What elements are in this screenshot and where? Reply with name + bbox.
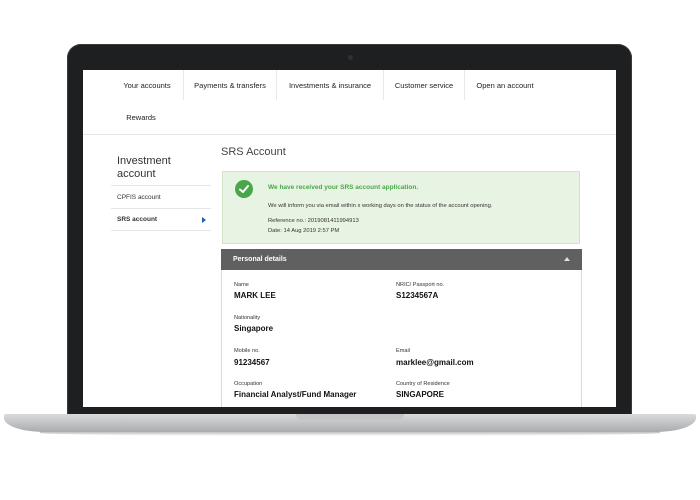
nav-payments-transfers[interactable]: Payments & transfers [184,70,277,100]
nationality-label: Nationality [234,315,261,321]
personal-details-body: Name MARK LEE NRIC/ Passport no. S123456… [221,270,582,407]
nric-value: S1234567A [396,291,439,300]
check-icon [235,180,253,198]
nav-investments-insurance[interactable]: Investments & insurance [277,70,384,100]
alert-message: We will inform you via email within x wo… [268,203,493,209]
sidebar-item-cpfis[interactable]: CPFIS account [117,187,209,207]
alert-reference: Reference no.: 2019081411994913 [268,218,359,224]
nav-rewards[interactable]: Rewards [111,102,171,132]
screen: Your accounts Payments & transfers Inves… [83,70,616,407]
success-alert: We have received your SRS account applic… [222,171,580,244]
nav-open-an-account[interactable]: Open an account [465,70,545,100]
alert-heading: We have received your SRS account applic… [268,184,419,191]
name-label: Name [234,282,249,288]
residence-label: Country of Residence [396,381,450,387]
nav-your-accounts[interactable]: Your accounts [111,70,184,100]
sidebar-divider [111,230,211,231]
name-value: MARK LEE [234,291,276,300]
nationality-value: Singapore [234,324,274,333]
laptop-notch [296,414,404,420]
email-value: marklee@gmail.com [396,358,474,367]
sidebar-title: Investment account [117,155,171,180]
camera-dot [348,55,353,60]
personal-details-title: Personal details [233,256,287,263]
caret-up-icon[interactable] [564,257,570,261]
sidebar-item-srs[interactable]: SRS account [117,209,209,229]
nric-label: NRIC/ Passport no. [396,282,445,288]
nav-customer-service[interactable]: Customer service [384,70,465,100]
top-navigation: Your accounts Payments & transfers Inves… [83,70,616,135]
sidebar-divider [111,185,211,186]
email-label: Email [396,348,410,354]
mobile-value: 91234567 [234,358,270,367]
mobile-label: Mobile no. [234,348,260,354]
residence-value: SINGAPORE [396,390,445,399]
personal-details-header[interactable]: Personal details [221,249,582,270]
page-title: SRS Account [221,146,286,158]
alert-date: Date: 14 Aug 2019 2:57 PM [268,228,340,234]
occupation-label: Occupation [234,381,263,387]
occupation-value: Financial Analyst/Fund Manager [234,390,357,399]
chevron-right-icon [202,217,206,223]
